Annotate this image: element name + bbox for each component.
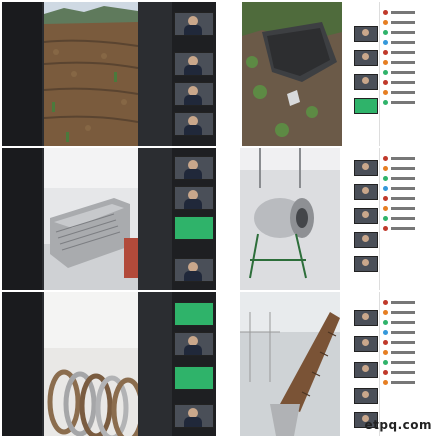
participant-tile[interactable] (354, 98, 378, 114)
left-pane (2, 148, 42, 290)
video-panel-coils (2, 292, 216, 436)
video-panel-ground: meeting (220, 2, 436, 146)
video-panel-machine-room (2, 148, 216, 290)
video-panel-field (2, 2, 216, 146)
participant-tile[interactable] (174, 302, 214, 326)
participant-tile[interactable] (354, 208, 378, 224)
video-panel-drum-machine (220, 148, 436, 290)
video-feed-dryer-ramp (240, 292, 340, 436)
video-feed-coils (44, 292, 138, 436)
attendee-list (379, 148, 436, 290)
left-pane (2, 292, 42, 436)
participant-tile[interactable] (174, 52, 214, 76)
attendee-list (379, 2, 436, 146)
participant-tile[interactable] (174, 82, 214, 106)
participant-tile[interactable] (354, 74, 378, 90)
participant-tile[interactable] (354, 26, 378, 42)
participant-tile[interactable] (174, 258, 214, 282)
video-panel-dryer-ramp (220, 292, 436, 436)
participant-sidebar (172, 148, 216, 290)
participant-tile[interactable] (354, 232, 378, 248)
video-feed-ground (242, 2, 342, 146)
participant-tile[interactable] (174, 216, 214, 240)
left-pane (2, 2, 42, 146)
participant-tile[interactable] (174, 404, 214, 428)
participant-sidebar (172, 2, 216, 146)
participant-tile[interactable] (174, 12, 214, 36)
participant-tile[interactable] (354, 336, 378, 352)
participant-tile[interactable] (354, 50, 378, 66)
participant-tile[interactable] (174, 366, 214, 390)
participant-sidebar (350, 148, 380, 290)
participant-sidebar (350, 292, 380, 436)
participant-tile[interactable] (174, 156, 214, 180)
watermark: etpq.com (364, 418, 432, 432)
participant-tile[interactable] (354, 184, 378, 200)
attendee-list (379, 292, 436, 436)
participant-tile[interactable] (354, 388, 378, 404)
video-feed-drum-machine (240, 148, 340, 290)
participant-tile[interactable] (174, 332, 214, 356)
video-feed-machine-room (44, 148, 138, 290)
participant-sidebar (350, 2, 380, 146)
participant-tile[interactable] (174, 186, 214, 210)
video-feed-field (44, 2, 138, 146)
participant-tile[interactable] (354, 362, 378, 378)
participant-tile[interactable] (354, 160, 378, 176)
participant-sidebar (172, 292, 216, 436)
participant-tile[interactable] (354, 310, 378, 326)
participant-tile[interactable] (174, 112, 214, 136)
participant-tile[interactable] (354, 256, 378, 272)
